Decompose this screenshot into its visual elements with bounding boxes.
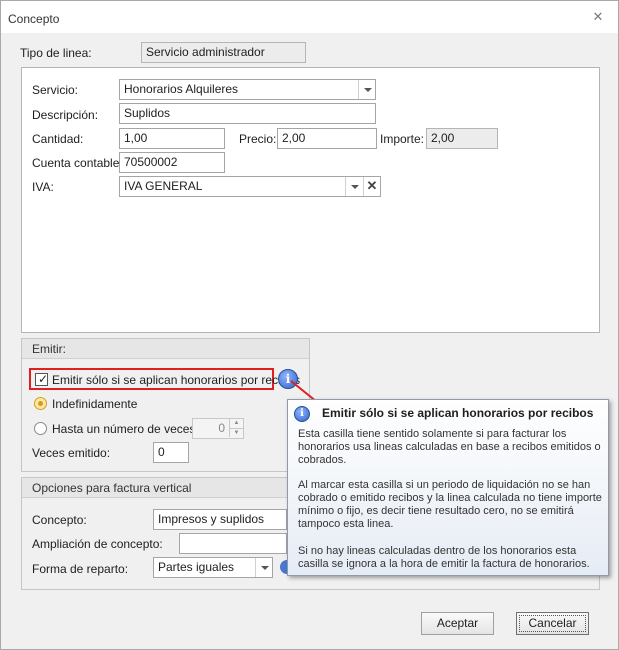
chevron-down-icon[interactable] — [358, 80, 375, 99]
hasta-veces-spinner: 0 ▲ ▼ — [192, 418, 244, 439]
dialog-window: Concepto ✕ Tipo de linea: Servicio admin… — [0, 0, 619, 650]
iva-select[interactable]: IVA GENERAL ✕ — [119, 176, 381, 197]
precio-input[interactable]: 2,00 — [277, 128, 377, 149]
servicio-label: Servicio: — [32, 83, 79, 97]
concepto-label: Concepto: — [32, 513, 87, 527]
cancelar-button[interactable]: Cancelar — [516, 612, 589, 635]
cantidad-input[interactable]: 1,00 — [119, 128, 225, 149]
emitir-group-header: Emitir: — [22, 339, 309, 359]
radio-indefinidamente[interactable] — [34, 397, 47, 410]
reparto-value: Partes iguales — [158, 560, 235, 574]
veces-emitido-label: Veces emitido: — [32, 446, 111, 460]
aceptar-button[interactable]: Aceptar — [421, 612, 494, 635]
tooltip-paragraph-2: Al marcar esta casilla si un periodo de … — [298, 479, 602, 530]
radio-indefinidamente-label[interactable]: Indefinidamente — [52, 397, 137, 411]
opciones-group-title: Opciones para factura vertical — [32, 481, 192, 495]
ampliacion-input[interactable] — [179, 533, 287, 554]
clear-icon[interactable]: ✕ — [363, 177, 380, 196]
concepto-input[interactable]: Impresos y suplidos — [153, 509, 287, 530]
iva-label: IVA: — [32, 180, 54, 194]
cuenta-input[interactable]: 70500002 — [119, 152, 225, 173]
tooltip-paragraph-1: Esta casilla tiene sentido solamente si … — [298, 428, 601, 466]
importe-field: 2,00 — [426, 128, 498, 149]
veces-emitido-field: 0 — [153, 442, 189, 463]
tooltip-title: Emitir sólo si se aplican honorarios por… — [322, 406, 594, 420]
title-bar: Concepto ✕ — [1, 1, 618, 33]
emitir-group: Emitir: ✓ Emitir sólo si se aplican hono… — [21, 338, 310, 472]
tooltip-paragraph-3: Si no hay lineas calculadas dentro de lo… — [298, 545, 590, 570]
tipo-linea-field: Servicio administrador — [141, 42, 306, 63]
servicio-select[interactable]: Honorarios Alquileres — [119, 79, 376, 100]
ampliacion-label: Ampliación de concepto: — [32, 537, 163, 551]
spin-up-icon: ▲ — [229, 419, 243, 428]
descripcion-label: Descripción: — [32, 108, 99, 122]
precio-label: Precio: — [239, 132, 277, 146]
hasta-veces-value: 0 — [218, 421, 225, 435]
spin-down-icon: ▼ — [229, 428, 243, 437]
cuenta-label: Cuenta contable: — [32, 156, 123, 170]
concept-form-panel: Servicio: Honorarios Alquileres Descripc… — [21, 67, 600, 333]
emitir-solo-label[interactable]: Emitir sólo si se aplican honorarios por… — [52, 373, 300, 387]
info-icon: i — [294, 406, 310, 422]
close-icon[interactable]: ✕ — [590, 10, 606, 26]
emitir-group-title: Emitir: — [32, 342, 66, 356]
descripcion-input[interactable]: Suplidos — [119, 103, 376, 124]
emitir-solo-checkbox[interactable]: ✓ — [35, 373, 48, 386]
iva-value: IVA GENERAL — [124, 179, 203, 193]
radio-hasta-veces-label[interactable]: Hasta un número de veces — [52, 422, 195, 436]
importe-label: Importe: — [380, 132, 425, 146]
reparto-select[interactable]: Partes iguales — [153, 557, 273, 578]
servicio-value: Honorarios Alquileres — [124, 82, 239, 96]
cantidad-label: Cantidad: — [32, 132, 84, 146]
chevron-down-icon[interactable] — [345, 177, 362, 196]
tipo-linea-label: Tipo de linea: — [20, 46, 92, 60]
info-tooltip: i Emitir sólo si se aplican honorarios p… — [287, 399, 609, 576]
chevron-down-icon[interactable] — [255, 558, 272, 577]
radio-hasta-veces[interactable] — [34, 422, 47, 435]
reparto-label: Forma de reparto: — [32, 562, 129, 576]
window-title: Concepto — [8, 12, 60, 26]
